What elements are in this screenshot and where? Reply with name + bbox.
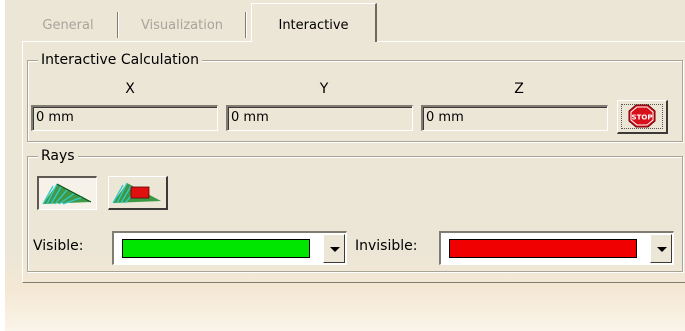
x-value-field[interactable]: 0 mm	[31, 105, 218, 131]
rays-title: Rays	[38, 147, 78, 165]
rays-visible-icon	[42, 183, 92, 205]
rays-invisible-icon	[112, 182, 161, 204]
tab-separator	[245, 12, 246, 38]
invisible-dropdown-button[interactable]	[650, 234, 672, 263]
dialog-panel: General Visualization Interactive Intera…	[5, 0, 685, 331]
rays-invisible-toggle[interactable]	[108, 176, 168, 210]
invisible-color-select[interactable]	[439, 231, 674, 265]
y-axis-label: Y	[319, 81, 329, 97]
z-value-field[interactable]: 0 mm	[421, 105, 608, 131]
tab-general[interactable]: General	[23, 9, 113, 42]
x-axis-label: X	[125, 81, 135, 97]
z-axis-label: Z	[514, 81, 524, 97]
chevron-down-icon	[330, 247, 340, 252]
y-value-field[interactable]: 0 mm	[226, 105, 413, 131]
invisible-label: Invisible:	[355, 238, 418, 254]
tab-visualization[interactable]: Visualization	[121, 9, 243, 42]
visible-label: Visible:	[33, 238, 84, 254]
tab-separator	[117, 12, 118, 38]
visible-dropdown-button[interactable]	[323, 234, 345, 263]
stop-sign-icon: STOP	[628, 104, 656, 128]
invisible-color-swatch	[449, 239, 637, 258]
interactive-calculation-title: Interactive Calculation	[38, 51, 202, 69]
visible-color-swatch	[122, 239, 310, 258]
visible-color-select[interactable]	[112, 231, 347, 265]
stop-button[interactable]: STOP	[617, 100, 668, 134]
rays-visible-toggle[interactable]	[37, 176, 97, 210]
stop-text: STOP	[632, 114, 653, 122]
chevron-down-icon	[657, 247, 667, 252]
tab-interactive[interactable]: Interactive	[251, 3, 377, 42]
